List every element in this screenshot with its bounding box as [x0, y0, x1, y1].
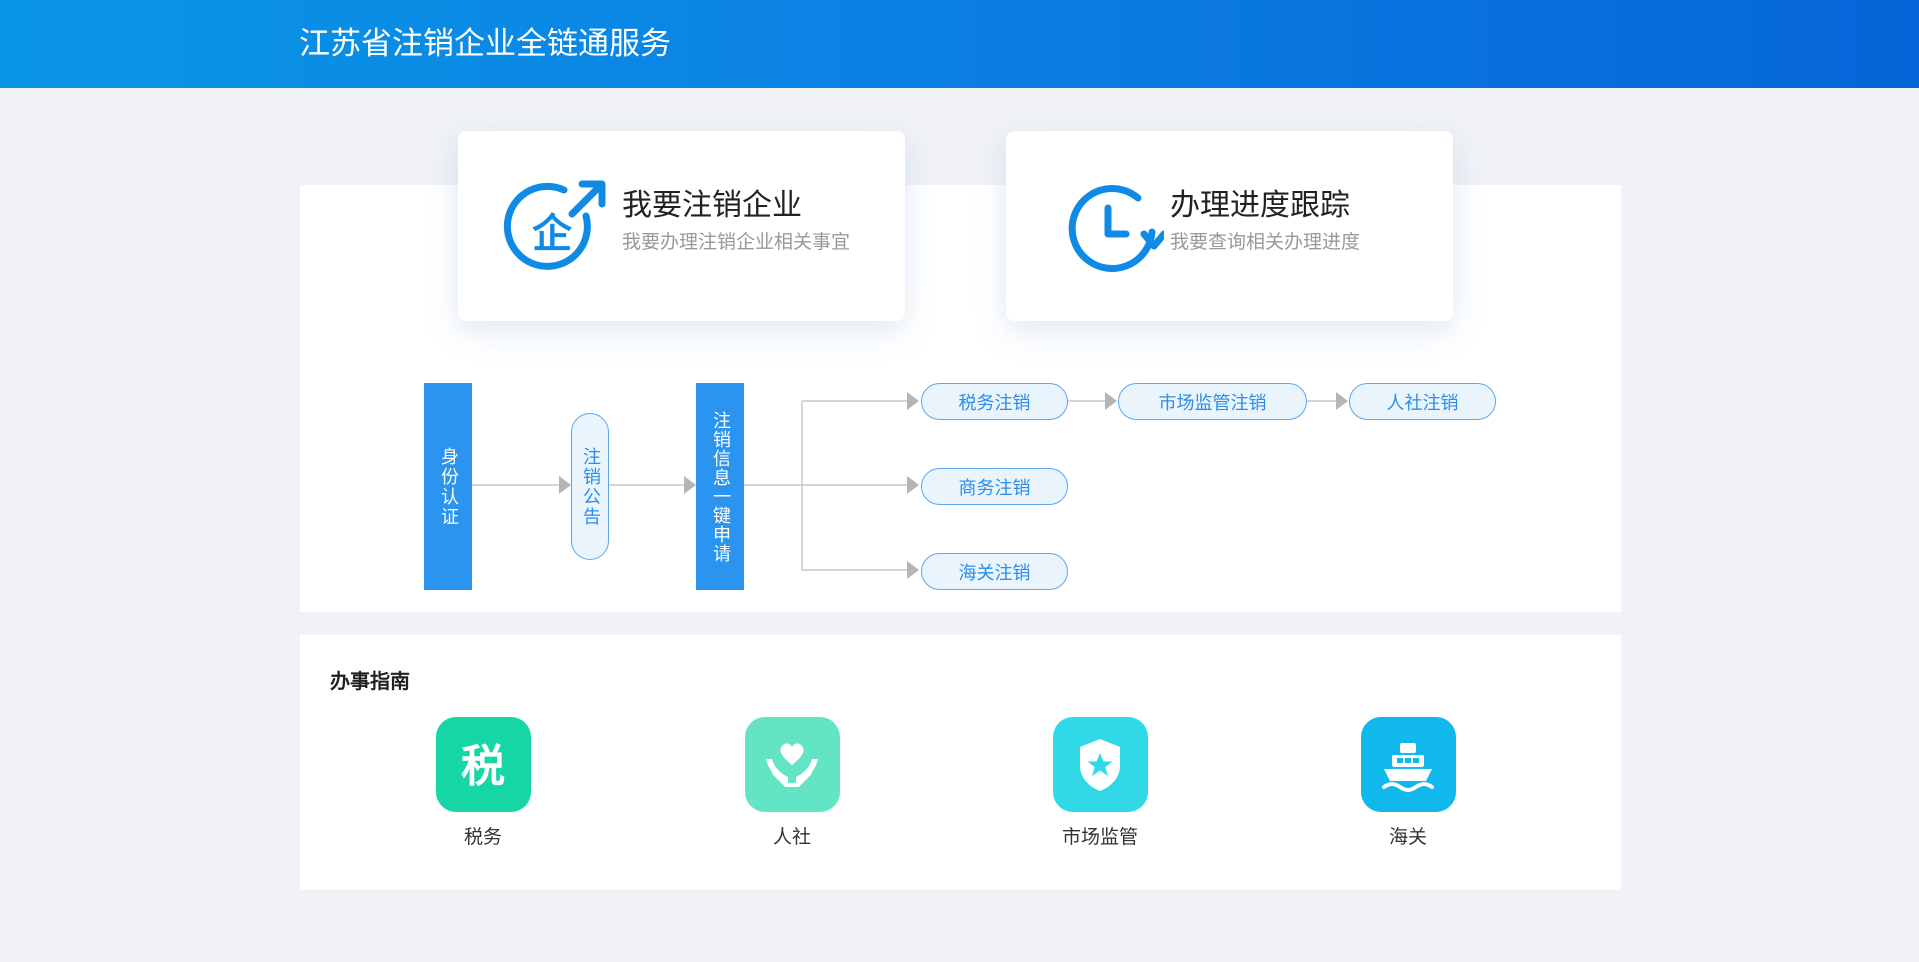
card-description: 我要查询相关办理进度	[1170, 231, 1361, 253]
svg-text:企: 企	[532, 211, 573, 257]
guide-item-label: 人社	[772, 826, 811, 848]
ship-icon	[1360, 717, 1456, 812]
police-badge-icon	[1052, 717, 1148, 812]
guide-item-market-supervision[interactable]: 市场监管	[1030, 717, 1170, 849]
heart-hands-icon	[744, 717, 840, 812]
customs-cancel-pill[interactable]: 海关注销	[921, 553, 1068, 590]
clock-progress-icon	[1068, 185, 1164, 272]
market-supervision-cancel-pill[interactable]: 市场监管注销	[1118, 383, 1307, 420]
card-title: 办理进度跟踪	[1170, 188, 1350, 223]
guide-title: 办事指南	[330, 669, 410, 693]
guide-item-label: 海关	[1388, 826, 1427, 848]
cancel-enterprise-card[interactable]: 企 我要注销企业 我要办理注销企业相关事宜	[458, 131, 905, 321]
svg-text:税: 税	[461, 741, 505, 792]
progress-tracking-card[interactable]: 办理进度跟踪 我要查询相关办理进度	[1006, 131, 1453, 321]
guide-item-label: 税务	[463, 826, 502, 848]
guide-item-hr[interactable]: 人社	[722, 717, 862, 849]
flow-step-announcement: 注销公告	[571, 413, 609, 560]
hr-social-cancel-pill[interactable]: 人社注销	[1349, 383, 1496, 420]
enterprise-cancel-icon: 企	[503, 180, 606, 270]
page-title: 江苏省注销企业全链通服务	[299, 26, 671, 62]
commerce-cancel-pill[interactable]: 商务注销	[921, 468, 1068, 505]
tax-icon: 税	[435, 717, 531, 812]
flow-step-one-click-apply: 注销信息一键申请	[696, 383, 744, 590]
flow-step-identity: 身份认证	[424, 383, 472, 590]
guide-item-customs[interactable]: 海关	[1338, 717, 1478, 849]
tax-cancel-pill[interactable]: 税务注销	[921, 383, 1068, 420]
card-description: 我要办理注销企业相关事宜	[622, 231, 851, 253]
guide-item-tax[interactable]: 税 税务	[413, 717, 553, 849]
guide-item-label: 市场监管	[1061, 826, 1138, 848]
card-title: 我要注销企业	[622, 188, 802, 223]
header-bar: 江苏省注销企业全链通服务	[0, 0, 1919, 88]
